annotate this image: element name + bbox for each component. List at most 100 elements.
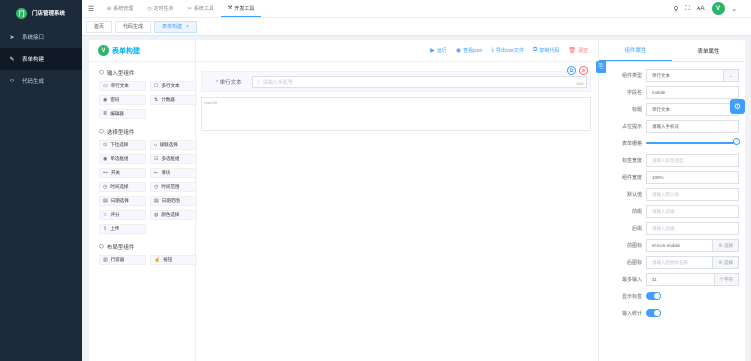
- component-item[interactable]: ≣ 编辑器: [99, 109, 146, 119]
- toggle-switch[interactable]: [646, 309, 661, 317]
- delete-item-icon[interactable]: ⊗: [579, 66, 588, 75]
- component-item[interactable]: ▤ 日期选择: [99, 196, 146, 206]
- group-icon: ⬡: [99, 244, 104, 250]
- view-json-button[interactable]: ◉ 查看json: [456, 47, 482, 54]
- tab-0[interactable]: 组件属性: [599, 40, 672, 61]
- app-logo[interactable]: 门 门店管理系统: [0, 0, 82, 26]
- property-suffix[interactable]: ⌄: [723, 70, 738, 81]
- copy-item-icon[interactable]: ⧉: [567, 66, 576, 75]
- toggle-switch[interactable]: [646, 292, 661, 300]
- property-suffix[interactable]: ⊕ 选择: [712, 240, 738, 251]
- action-icon: ⤓: [491, 47, 494, 53]
- property-input[interactable]: 单行文本 ⌄: [646, 69, 739, 82]
- property-input[interactable]: 11 个字符: [646, 273, 739, 286]
- component-item[interactable]: ⤷ 级联选择: [150, 140, 197, 150]
- component-label: 上传: [110, 226, 120, 231]
- component-groups: ⬡ 输入型组件 ▭ 单行文本 ☐ 多行文本 ◉ 密码 ⇅ 计数器 ≣ 编辑器 ⬡ 选择型组件 ⊙ 下拉选择 ⤷ 级…: [89, 62, 197, 267]
- settings-gear-icon[interactable]: ⚙: [730, 99, 745, 114]
- tab-1[interactable]: 表单属性: [672, 40, 745, 61]
- row-container[interactable]: row100: [201, 97, 591, 131]
- search-icon[interactable]: ⚲: [674, 5, 679, 13]
- slider-handle[interactable]: [733, 138, 740, 145]
- sidebar-item-0[interactable]: ➤ 系统接口: [0, 26, 82, 48]
- property-suffix[interactable]: 个字符: [713, 274, 738, 285]
- component-item[interactable]: ☑ 多选框组: [150, 154, 197, 164]
- property-input[interactable]: mobile: [646, 86, 739, 99]
- top-menu-item-0[interactable]: ⊞ 系统管理: [100, 0, 140, 17]
- component-item[interactable]: ☝ 按钮: [150, 255, 197, 265]
- tab-tag-1[interactable]: 代码生成: [115, 20, 152, 33]
- component-item[interactable]: ⊙ 下拉选择: [99, 140, 146, 150]
- component-item[interactable]: ⇪ 上传: [99, 224, 146, 234]
- clear-button[interactable]: 🗑 清空: [568, 47, 588, 54]
- tags-view: 首页 代码生成 表单构建 ×: [82, 18, 751, 36]
- tab-tag-2[interactable]: 表单构建 ×: [154, 20, 197, 33]
- form-item-row[interactable]: * 单行文本 ▯ 请输入手机号 0/11 ⧉ ⊗: [201, 66, 591, 92]
- property-row: 组件类型 单行文本 ⌄: [599, 69, 746, 82]
- form-builder: V 表单构建 ⬡ 输入型组件 ▭ 单行文本 ☐ 多行文本 ◉ 密码 ⇅ 计数器 ≣ 编辑器 ⬡ 选择型组件…: [89, 40, 745, 361]
- sidebar-item-1[interactable]: ✎ 表单构建: [0, 48, 82, 70]
- menu-icon: ✂: [187, 5, 192, 12]
- property-input[interactable]: el-icon-mobile ⊕ 选择: [646, 239, 739, 252]
- component-icon: ⇅: [154, 97, 159, 103]
- fullscreen-icon[interactable]: ⛶: [685, 5, 690, 13]
- group-title: ⬡ 布局型组件: [89, 236, 195, 253]
- property-value: 单行文本: [652, 72, 670, 78]
- component-item[interactable]: ◷ 时间范围: [150, 182, 197, 192]
- component-item[interactable]: ▤ 日期范围: [150, 196, 197, 206]
- top-menu: ⊞ 系统管理 ◷ 定时任务 ✂ 系统工具 ⚒ 开发工具: [100, 0, 262, 17]
- top-menu-item-3[interactable]: ⚒ 开发工具: [220, 0, 262, 17]
- property-input[interactable]: 请输入标签宽度: [646, 154, 739, 167]
- property-value: el-icon-mobile: [652, 243, 681, 248]
- component-item[interactable]: ▥ 行容器: [99, 255, 146, 265]
- component-icon: ☐: [154, 83, 159, 89]
- mobile-input[interactable]: ▯ 请输入手机号: [252, 76, 587, 88]
- property-row: 表单栅格: [599, 137, 746, 150]
- property-input[interactable]: 100%: [646, 171, 739, 184]
- component-item[interactable]: ⇅ 计数器: [150, 95, 197, 105]
- group-icon: ⬡: [99, 70, 104, 76]
- hamburger-icon[interactable]: ☰: [82, 5, 100, 13]
- app-title: 门店管理系统: [32, 11, 66, 17]
- avatar[interactable]: V: [711, 2, 725, 15]
- property-suffix[interactable]: ⊕ 选择: [712, 257, 738, 268]
- run-button[interactable]: ▶ 运行: [430, 47, 447, 54]
- close-icon[interactable]: ×: [186, 24, 189, 30]
- property-row: 前图标 el-icon-mobile ⊕ 选择: [599, 239, 746, 252]
- component-item[interactable]: ☆ 评分: [99, 210, 146, 220]
- export-vue-button[interactable]: ⤓ 导出vue文件: [491, 47, 524, 54]
- component-label: 计数器: [161, 97, 175, 102]
- property-value: 100%: [652, 175, 664, 180]
- action-icon: ◉: [455, 48, 462, 54]
- component-item[interactable]: ◷ 时间选择: [99, 182, 146, 192]
- copy-code-button[interactable]: ⧉ 复制代码: [533, 47, 559, 54]
- text-size-icon[interactable]: ᴀA: [697, 5, 705, 12]
- component-label: 单行文本: [110, 83, 129, 88]
- property-input[interactable]: 请输入后图标名称 ⊕ 选择: [646, 256, 739, 269]
- chevron-down-icon[interactable]: ⌄: [732, 5, 737, 13]
- sidebar-item-2[interactable]: ‹› 代码生成: [0, 70, 82, 92]
- property-label: 标题: [631, 107, 642, 113]
- component-item[interactable]: ⇜ 滑块: [150, 168, 197, 178]
- nav-icon: ➤: [9, 34, 15, 41]
- component-grid: ▥ 行容器 ☝ 按钮: [89, 253, 197, 267]
- doc-link-icon[interactable]: ⎘: [596, 61, 606, 73]
- tab-tag-0[interactable]: 首页: [86, 20, 113, 33]
- component-item[interactable]: ⊷ 开关: [99, 168, 146, 178]
- component-label: 时间范围: [161, 184, 180, 189]
- top-menu-item-1[interactable]: ◷ 定时任务: [140, 0, 180, 17]
- property-input[interactable]: 单行文本: [646, 103, 739, 116]
- property-input[interactable]: 请输入手机号: [646, 120, 739, 133]
- property-input[interactable]: 请输入默认值: [646, 188, 739, 201]
- property-input[interactable]: 请输入后缀: [646, 222, 739, 235]
- action-label: 运行: [436, 48, 447, 54]
- component-item[interactable]: ☐ 多行文本: [150, 81, 197, 91]
- grid-span-slider[interactable]: [646, 142, 736, 144]
- component-item[interactable]: ◉ 密码: [99, 95, 146, 105]
- top-menu-item-2[interactable]: ✂ 系统工具: [181, 0, 221, 17]
- component-item[interactable]: ◉ 单选框组: [99, 154, 146, 164]
- component-label: 下拉选择: [110, 142, 129, 147]
- property-input[interactable]: 请输入前缀: [646, 205, 739, 218]
- component-item[interactable]: ◍ 颜色选择: [150, 210, 197, 220]
- component-item[interactable]: ▭ 单行文本: [99, 81, 146, 91]
